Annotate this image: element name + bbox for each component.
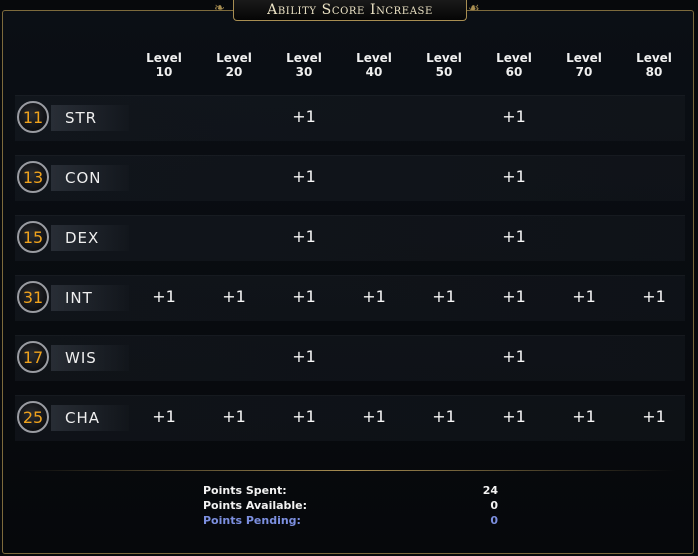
- level-header-label: Level: [636, 51, 672, 65]
- ability-score-badge: 31: [17, 281, 49, 313]
- increase-cell-level-70[interactable]: +1: [554, 287, 614, 306]
- ability-score-badge: 25: [17, 401, 49, 433]
- ability-abbreviation: DEX: [65, 229, 100, 247]
- increase-cell-level-10[interactable]: +1: [134, 287, 194, 306]
- increase-cell-level-60[interactable]: +1: [484, 347, 544, 366]
- level-header-40: Level 40: [344, 51, 404, 79]
- ability-row-cha: 25 CHA +1 +1 +1 +1 +1 +1 +1 +1: [15, 395, 685, 441]
- level-header-number: 30: [295, 65, 313, 79]
- title-ornament-left-icon: ❧: [214, 1, 225, 16]
- increase-cell-level-60[interactable]: +1: [484, 407, 544, 426]
- ability-row-wis: 17 WIS +1 +1: [15, 335, 685, 381]
- level-header-20: Level 20: [204, 51, 264, 79]
- increase-cell-level-40[interactable]: +1: [344, 407, 404, 426]
- increase-cell-level-20[interactable]: +1: [204, 407, 264, 426]
- increase-cell-level-10[interactable]: +1: [134, 407, 194, 426]
- increase-cell-level-40[interactable]: +1: [344, 287, 404, 306]
- increase-cell-level-60[interactable]: +1: [484, 227, 544, 246]
- ability-abbreviation: CON: [65, 169, 102, 187]
- level-header-number: 70: [575, 65, 593, 79]
- summary-divider: [20, 470, 676, 471]
- title-ornament-right-icon: ☙: [468, 1, 480, 16]
- increase-cell-level-30[interactable]: +1: [274, 227, 334, 246]
- ability-row-con: 13 CON +1 +1: [15, 155, 685, 201]
- increase-cell-level-30[interactable]: +1: [274, 347, 334, 366]
- ability-row-str: 11 STR +1 +1: [15, 95, 685, 141]
- increase-cell-level-60[interactable]: +1: [484, 287, 544, 306]
- ability-score-badge: 15: [17, 221, 49, 253]
- increase-cell-level-20[interactable]: +1: [204, 287, 264, 306]
- level-header-60: Level 60: [484, 51, 544, 79]
- increase-cell-level-30[interactable]: +1: [274, 167, 334, 186]
- level-header-50: Level 50: [414, 51, 474, 79]
- level-header-number: 80: [645, 65, 663, 79]
- level-header-label: Level: [496, 51, 532, 65]
- points-spent-value: 24: [482, 484, 498, 497]
- level-header-number: 60: [505, 65, 523, 79]
- increase-cell-level-60[interactable]: +1: [484, 167, 544, 186]
- increase-cell-level-70[interactable]: +1: [554, 407, 614, 426]
- ability-abbreviation: WIS: [65, 349, 97, 367]
- increase-cell-level-30[interactable]: +1: [274, 287, 334, 306]
- level-header-label: Level: [566, 51, 602, 65]
- level-header-80: Level 80: [624, 51, 684, 79]
- level-header-30: Level 30: [274, 51, 334, 79]
- ability-score-badge: 11: [17, 101, 49, 133]
- level-header-label: Level: [356, 51, 392, 65]
- increase-cell-level-60[interactable]: +1: [484, 107, 544, 126]
- window-title-plate: Ability Score Increase: [233, 0, 467, 21]
- increase-cell-level-50[interactable]: +1: [414, 287, 474, 306]
- increase-cell-level-30[interactable]: +1: [274, 407, 334, 426]
- ability-score-badge: 13: [17, 161, 49, 193]
- level-header-number: 50: [435, 65, 453, 79]
- level-header-number: 40: [365, 65, 383, 79]
- increase-cell-level-30[interactable]: +1: [274, 107, 334, 126]
- level-header-10: Level 10: [134, 51, 194, 79]
- level-header-number: 10: [155, 65, 173, 79]
- points-pending-value: 0: [490, 514, 498, 527]
- level-header-label: Level: [216, 51, 252, 65]
- level-header-70: Level 70: [554, 51, 614, 79]
- points-available-label: Points Available:: [203, 499, 308, 512]
- ability-score-badge: 17: [17, 341, 49, 373]
- increase-cell-level-80[interactable]: +1: [624, 407, 684, 426]
- points-spent-label: Points Spent:: [203, 484, 287, 497]
- ability-abbreviation: STR: [65, 109, 98, 127]
- ability-row-dex: 15 DEX +1 +1: [15, 215, 685, 261]
- points-available-value: 0: [490, 499, 498, 512]
- level-header-label: Level: [286, 51, 322, 65]
- points-pending-label: Points Pending:: [203, 514, 301, 527]
- increase-cell-level-50[interactable]: +1: [414, 407, 474, 426]
- ability-row-int: 31 INT +1 +1 +1 +1 +1 +1 +1 +1: [15, 275, 685, 321]
- level-header-label: Level: [146, 51, 182, 65]
- level-header-number: 20: [225, 65, 243, 79]
- window-title: Ability Score Increase: [267, 2, 433, 18]
- increase-cell-level-80[interactable]: +1: [624, 287, 684, 306]
- level-header-label: Level: [426, 51, 462, 65]
- ability-abbreviation: CHA: [65, 409, 101, 427]
- ability-abbreviation: INT: [65, 289, 93, 307]
